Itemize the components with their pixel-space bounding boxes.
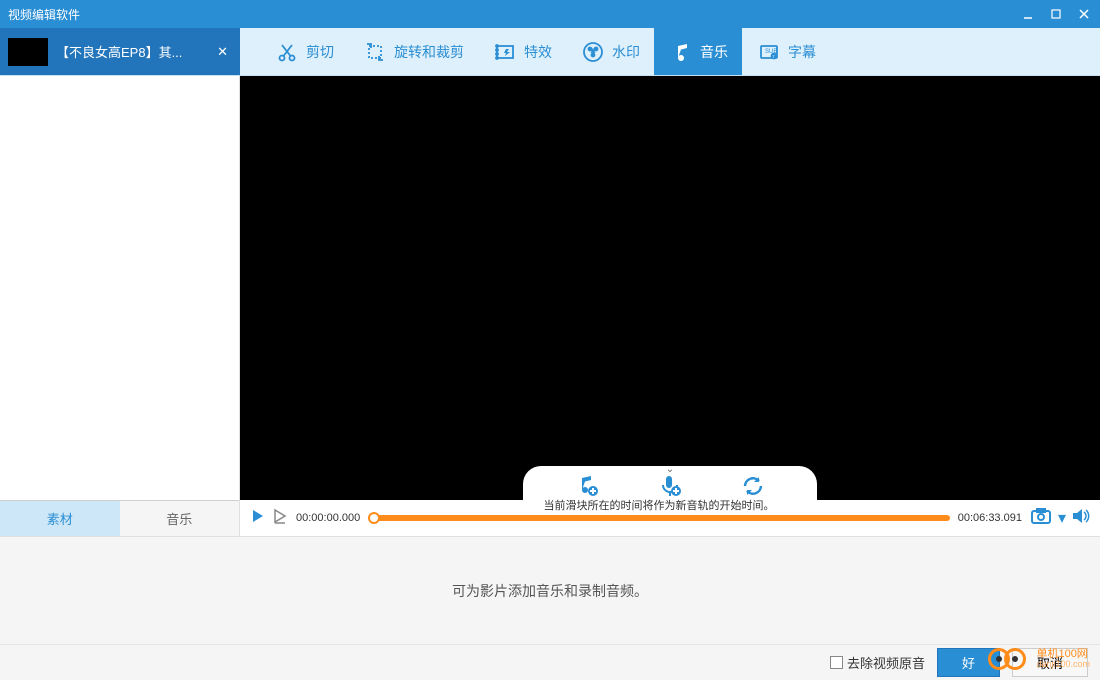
tool-label: 水印 <box>612 42 640 62</box>
sidebar-tab-music[interactable]: 音乐 <box>120 501 240 536</box>
tools: 剪切 旋转和裁剪 特效 水印 音乐 SUBT 字幕 <box>240 28 1100 75</box>
file-thumbnail <box>8 38 48 66</box>
tool-label: 音乐 <box>700 42 728 62</box>
cancel-button[interactable]: 取消 <box>1012 648 1088 677</box>
toolbar-row: 【不良女高EP8】其... ✕ 剪切 旋转和裁剪 特效 水印 音乐 SUBT 字… <box>0 28 1100 76</box>
tool-subtitle[interactable]: SUBT 字幕 <box>742 28 830 75</box>
sidebar-tab-material[interactable]: 素材 <box>0 501 120 536</box>
checkbox-icon[interactable] <box>830 656 843 669</box>
total-time: 00:06:33.091 <box>958 512 1022 524</box>
right-controls: ▾ <box>1030 507 1090 530</box>
preview-area: ⌄ 00:00:00.000 当前滑块所在的时间将作为新音轨的开始时间。 00:… <box>240 76 1100 536</box>
video-preview[interactable] <box>240 76 1100 500</box>
subtitle-icon: SUBT <box>756 39 782 65</box>
tool-label: 旋转和裁剪 <box>394 42 464 62</box>
tool-effects[interactable]: 特效 <box>478 28 566 75</box>
record-audio-button[interactable] <box>656 472 684 500</box>
play-controls <box>250 508 288 529</box>
volume-button[interactable]: ▾ <box>1058 508 1066 528</box>
chevron-down-icon[interactable]: ⌄ <box>666 464 674 475</box>
speaker-icon[interactable] <box>1072 508 1090 529</box>
timeline-hint: 当前滑块所在的时间将作为新音轨的开始时间。 <box>543 497 774 513</box>
effects-icon <box>492 39 518 65</box>
footer: 去除视频原音 好 取消 单机100网 danji100.com <box>0 644 1100 680</box>
sidebar: 素材 音乐 <box>0 76 240 536</box>
window-controls <box>1020 6 1092 22</box>
tool-label: 剪切 <box>306 42 334 62</box>
minimize-button[interactable] <box>1020 6 1036 22</box>
play-button[interactable] <box>250 508 266 529</box>
tool-label: 特效 <box>524 42 552 62</box>
tool-music[interactable]: 音乐 <box>654 28 742 75</box>
close-button[interactable] <box>1076 6 1092 22</box>
file-name: 【不良女高EP8】其... <box>56 42 213 61</box>
timeline-track-wrap: 当前滑块所在的时间将作为新音轨的开始时间。 <box>368 515 950 521</box>
sidebar-content <box>0 76 239 500</box>
file-close-icon[interactable]: ✕ <box>213 44 232 60</box>
titlebar: 视频编辑软件 <box>0 0 1100 28</box>
stop-button[interactable] <box>272 508 288 529</box>
add-music-button[interactable] <box>573 472 601 500</box>
file-tab[interactable]: 【不良女高EP8】其... ✕ <box>0 28 240 75</box>
timeline-handle[interactable] <box>368 512 380 524</box>
tool-label: 字幕 <box>788 42 816 62</box>
music-icon <box>668 39 694 65</box>
panel-message: 可为影片添加音乐和录制音频。 <box>452 581 648 601</box>
checkbox-label: 去除视频原音 <box>847 653 925 672</box>
window-title: 视频编辑软件 <box>8 6 1020 23</box>
tool-rotate-crop[interactable]: 旋转和裁剪 <box>348 28 478 75</box>
tool-watermark[interactable]: 水印 <box>566 28 654 75</box>
bottom-panel: 可为影片添加音乐和录制音频。 <box>0 536 1100 644</box>
current-time: 00:00:00.000 <box>296 512 360 524</box>
refresh-button[interactable] <box>739 472 767 500</box>
timeline-bar: 00:00:00.000 当前滑块所在的时间将作为新音轨的开始时间。 00:06… <box>240 500 1100 536</box>
snapshot-button[interactable] <box>1030 507 1052 530</box>
scissors-icon <box>274 39 300 65</box>
timeline-track[interactable] <box>368 515 950 521</box>
rotate-crop-icon <box>362 39 388 65</box>
maximize-button[interactable] <box>1048 6 1064 22</box>
ok-button[interactable]: 好 <box>937 648 1000 677</box>
tool-cut[interactable]: 剪切 <box>260 28 348 75</box>
sidebar-tabs: 素材 音乐 <box>0 500 239 536</box>
remove-audio-checkbox-wrap[interactable]: 去除视频原音 <box>830 653 925 672</box>
main-area: 素材 音乐 ⌄ 00:00:00.000 当前滑块所在的时间将作为新音轨的开始时… <box>0 76 1100 536</box>
watermark-icon <box>580 39 606 65</box>
